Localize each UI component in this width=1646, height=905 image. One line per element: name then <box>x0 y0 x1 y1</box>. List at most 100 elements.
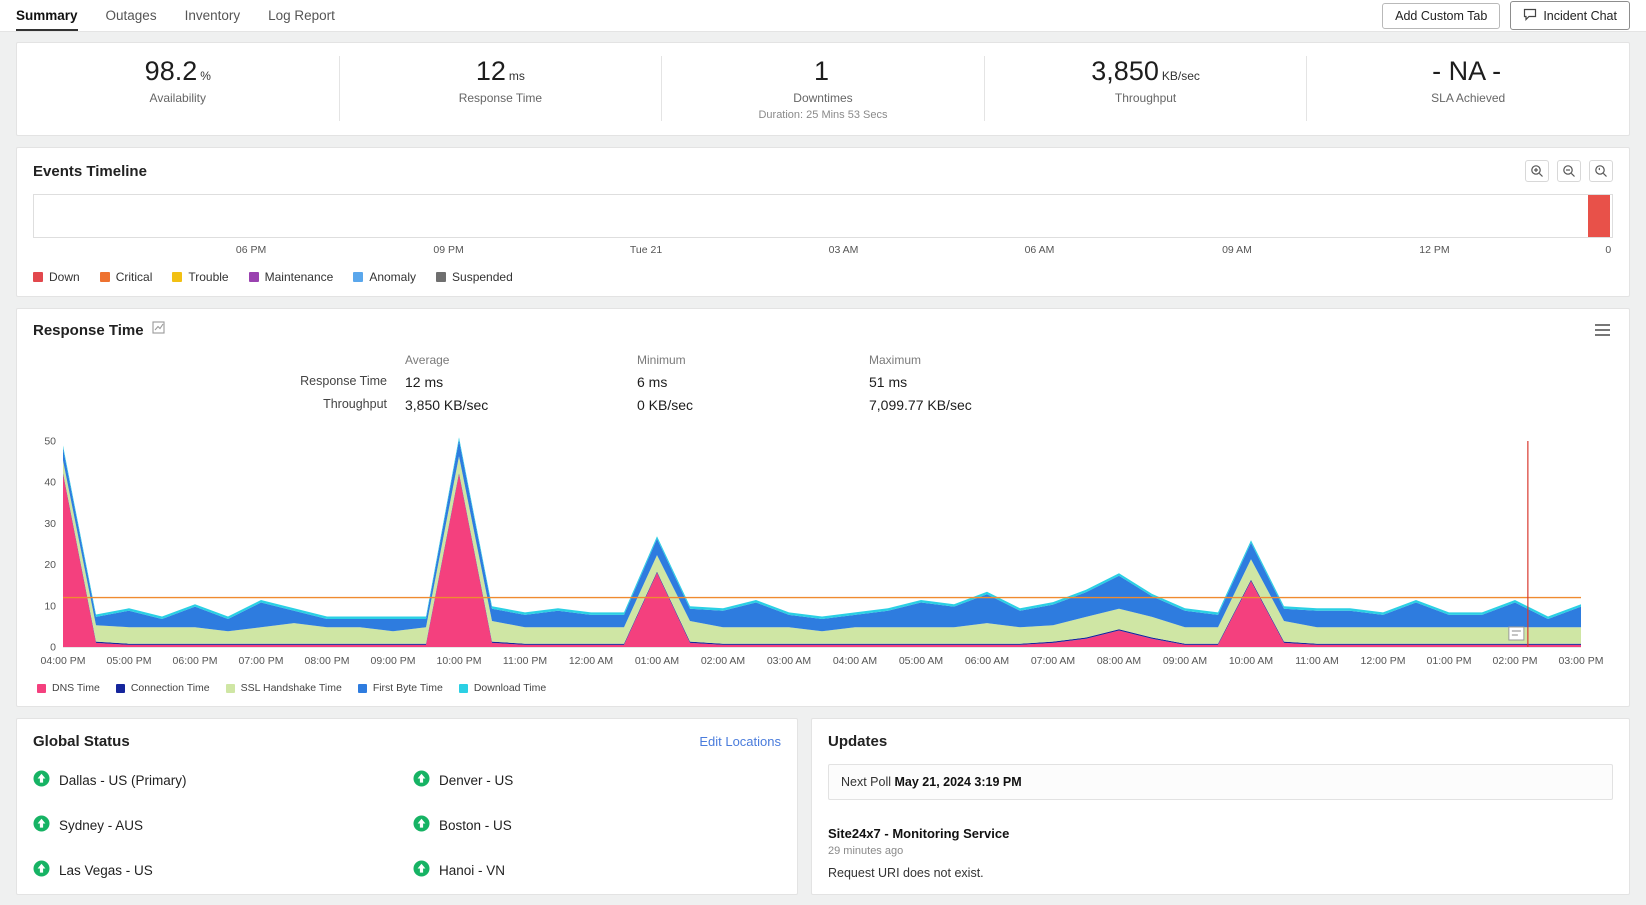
svg-text:05:00 AM: 05:00 AM <box>899 655 943 667</box>
legend-swatch <box>37 683 46 693</box>
legend-label: Maintenance <box>264 270 334 284</box>
stat-throughput: 3,850 KB/sec Throughput <box>983 56 1307 121</box>
svg-text:01:00 PM: 01:00 PM <box>1427 655 1472 667</box>
response-chart-legend: DNS Time Connection Time SSL Handshake Tim… <box>37 682 1613 694</box>
topbar-actions: Add Custom Tab Incident Chat <box>1382 1 1630 30</box>
legend-label: Download Time <box>473 682 547 694</box>
legend-swatch <box>357 683 367 693</box>
svg-text:11:00 AM: 11:00 AM <box>1295 655 1339 667</box>
location-item-boston-us[interactable]: Boston - US <box>413 815 793 835</box>
location-label: Sydney - AUS <box>59 817 144 833</box>
location-label: Las Vegas - US <box>59 862 153 878</box>
axis-label: 06 PM <box>235 244 267 256</box>
legend-item-ssl-handshake-time: SSL Handshake Time <box>225 682 342 694</box>
col-header-maximum: Maximum <box>869 353 922 367</box>
svg-text:01:00 AM: 01:00 AM <box>635 655 679 667</box>
legend-item-connection-time: Connection Time <box>115 682 210 694</box>
events-timeline-track[interactable] <box>33 194 1613 238</box>
legend-swatch <box>353 272 364 282</box>
svg-text:02:00 PM: 02:00 PM <box>1493 655 1538 667</box>
down-event-block[interactable] <box>1588 195 1610 237</box>
legend-label: Critical <box>115 270 153 284</box>
tab-outages[interactable]: Outages <box>106 0 157 31</box>
legend-label: Down <box>49 270 80 284</box>
location-item-dallas-us-primary-[interactable]: Dallas - US (Primary) <box>33 770 413 790</box>
legend-label: DNS Time <box>52 682 100 694</box>
status-up-icon <box>33 860 50 880</box>
update-service-name: Site24x7 - Monitoring Service <box>828 826 1010 841</box>
timeline-zoom-controls <box>1525 160 1613 182</box>
stat-label: Throughput <box>1114 91 1177 105</box>
svg-text:08:00 AM: 08:00 AM <box>1097 655 1141 667</box>
stat-label: Downtimes <box>793 91 853 105</box>
stat-unit: % <box>200 69 211 83</box>
legend-item-down: Down <box>33 270 80 284</box>
svg-text:04:00 PM: 04:00 PM <box>41 655 86 667</box>
legend-item-trouble: Trouble <box>172 270 229 284</box>
location-item-las-vegas-us[interactable]: Las Vegas - US <box>33 860 413 880</box>
svg-text:30: 30 <box>44 518 56 530</box>
legend-swatch <box>248 272 259 282</box>
svg-text:07:00 AM: 07:00 AM <box>1031 655 1075 667</box>
tab-log-report[interactable]: Log Report <box>268 0 335 31</box>
events-legend: Down Critical Trouble Maintenance Anomaly Sus… <box>33 270 1613 284</box>
status-up-icon <box>413 860 430 880</box>
svg-text:40: 40 <box>44 477 56 489</box>
zoom-out-icon[interactable] <box>1557 160 1581 182</box>
response-time-stats-table: Average Minimum Maximum Response Time 12… <box>33 353 1613 413</box>
axis-label: Tue 21 <box>629 244 663 256</box>
stat-label: SLA Achieved <box>1431 91 1506 105</box>
stat-value: 3,850 <box>1091 56 1159 86</box>
zoom-reset-icon[interactable] <box>1589 160 1613 182</box>
svg-text:20: 20 <box>44 559 56 571</box>
response-time-average: 12 ms <box>405 374 444 390</box>
svg-text:0: 0 <box>50 642 56 654</box>
legend-swatch <box>458 683 468 693</box>
tab-summary[interactable]: Summary <box>16 0 78 31</box>
event-tooltip-icon[interactable] <box>1508 626 1525 641</box>
events-timeline-panel: Events Timeline 06 PM 09 PM Tue 21 03 AM 06 … <box>16 147 1630 297</box>
axis-label: 09 PM <box>433 244 464 256</box>
location-item-denver-us[interactable]: Denver - US <box>413 770 793 790</box>
global-status-title: Global Status <box>33 733 130 750</box>
tab-inventory[interactable]: Inventory <box>185 0 241 31</box>
svg-text:07:00 PM: 07:00 PM <box>239 655 284 667</box>
chart-menu-icon[interactable] <box>1592 321 1613 339</box>
col-header-average: Average <box>405 353 450 367</box>
legend-swatch <box>115 683 125 693</box>
location-item-sydney-aus[interactable]: Sydney - AUS <box>33 815 413 835</box>
svg-text:04:00 AM: 04:00 AM <box>833 655 877 667</box>
svg-text:09:00 AM: 09:00 AM <box>1163 655 1207 667</box>
stat-downtimes: 1 Downtimes Duration: 25 Mins 53 Secs <box>661 56 984 121</box>
legend-item-first-byte-time: First Byte Time <box>357 682 443 694</box>
stat-response-time: 12 ms Response Time <box>338 56 662 121</box>
stat-sub: Duration: 25 Mins 53 Secs <box>758 109 888 121</box>
add-custom-tab-button[interactable]: Add Custom Tab <box>1382 2 1501 29</box>
stat-value: 1 <box>813 56 829 86</box>
legend-item-anomaly: Anomaly <box>353 270 416 284</box>
edit-chart-icon[interactable] <box>152 321 165 339</box>
location-list: Dallas - US (Primary) Denver - US Sydney -… <box>33 770 781 880</box>
location-label: Dallas - US (Primary) <box>59 772 187 788</box>
svg-text:10: 10 <box>44 600 56 612</box>
response-time-title: Response Time <box>33 321 144 339</box>
zoom-in-icon[interactable] <box>1525 160 1549 182</box>
edit-locations-link[interactable]: Edit Locations <box>699 734 781 749</box>
row-label-throughput: Throughput <box>323 397 387 411</box>
stat-value: - NA - <box>1432 56 1502 86</box>
location-item-hanoi-vn[interactable]: Hanoi - VN <box>413 860 793 880</box>
svg-text:12:00 AM: 12:00 AM <box>569 655 613 667</box>
monitor-tabs: Summary Outages Inventory Log Report <box>16 0 335 31</box>
legend-item-suspended: Suspended <box>436 270 513 284</box>
stat-value: 98.2 <box>144 56 198 86</box>
legend-swatch <box>436 272 447 282</box>
incident-chat-button[interactable]: Incident Chat <box>1510 1 1630 30</box>
axis-label: 09 AM <box>1222 244 1252 256</box>
chat-icon <box>1523 7 1537 24</box>
next-poll-label: Next Poll <box>841 775 892 789</box>
location-label: Denver - US <box>439 772 514 788</box>
response-time-chart[interactable]: 0 10 20 30 40 50 04:00 PM 05:00 PM 06:00 PM 07:00… <box>33 429 1613 675</box>
svg-text:06:00 PM: 06:00 PM <box>173 655 218 667</box>
svg-text:11:00 PM: 11:00 PM <box>503 655 547 667</box>
legend-label: Suspended <box>452 270 513 284</box>
